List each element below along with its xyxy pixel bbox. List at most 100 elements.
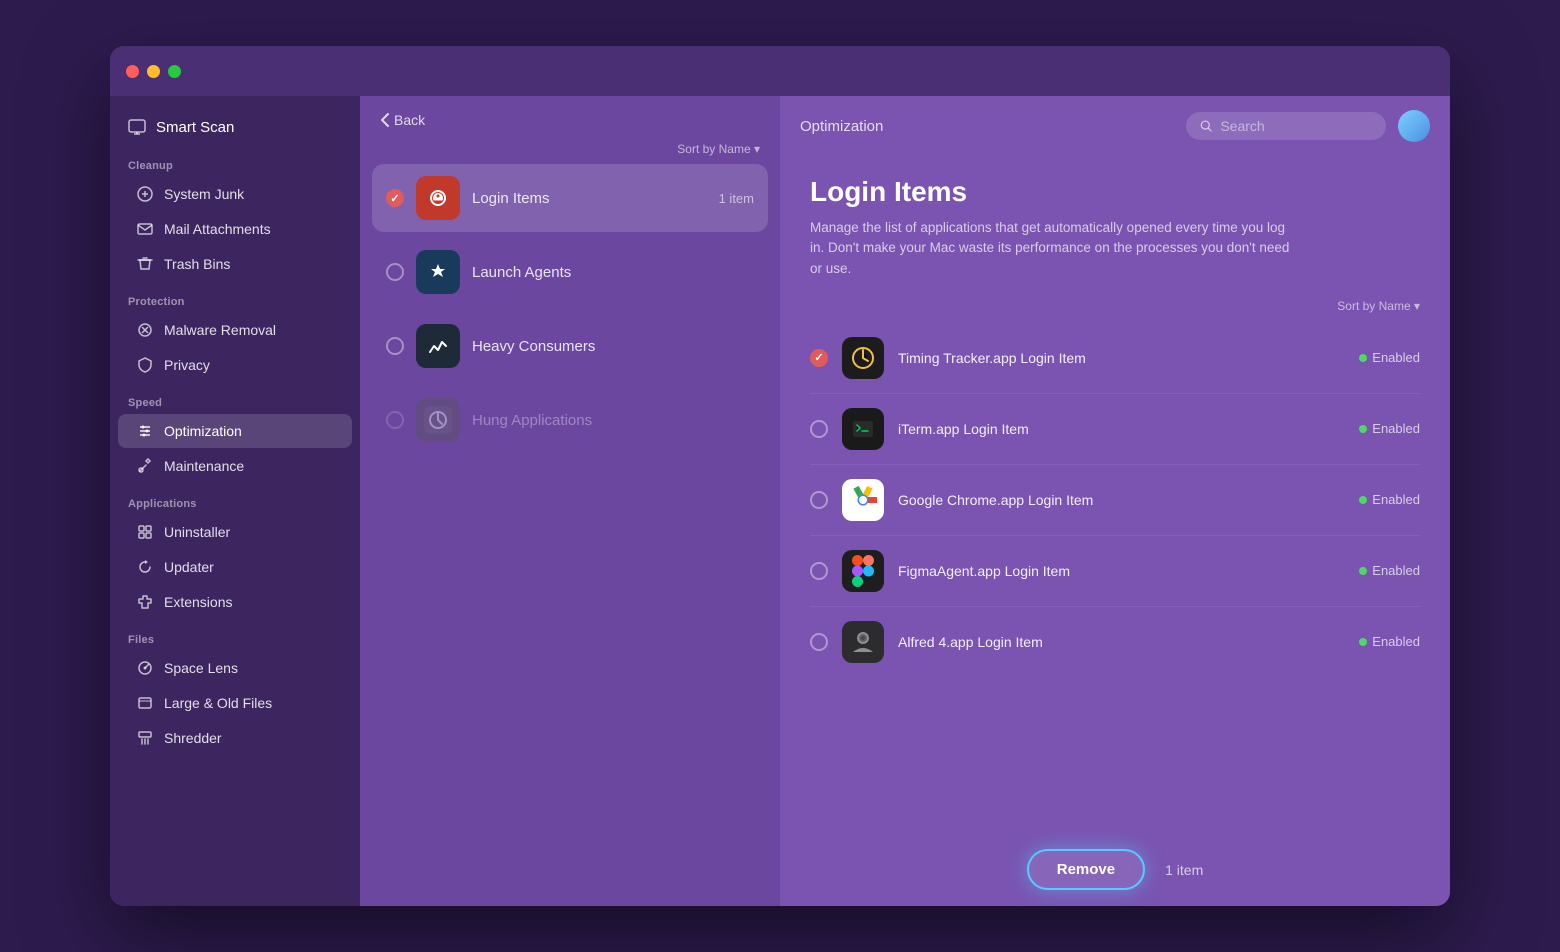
section-label-speed: Speed: [110, 383, 360, 413]
sidebar: Smart Scan Cleanup System Junk: [110, 96, 360, 906]
sidebar-item-malware-removal[interactable]: Malware Removal: [118, 313, 352, 347]
sidebar-item-privacy[interactable]: Privacy: [118, 348, 352, 382]
sidebar-item-trash-bins[interactable]: Trash Bins: [118, 247, 352, 281]
smart-scan-label: Smart Scan: [156, 119, 234, 136]
figma-agent-name: FigmaAgent.app Login Item: [898, 563, 1345, 579]
shredder-label: Shredder: [164, 730, 222, 746]
sidebar-item-updater[interactable]: Updater: [118, 550, 352, 584]
search-input[interactable]: [1220, 118, 1372, 134]
minimize-button[interactable]: [147, 65, 160, 78]
updater-icon: [136, 558, 154, 576]
right-sort-bar[interactable]: Sort by Name ▾: [810, 299, 1420, 313]
sidebar-item-shredder[interactable]: Shredder: [118, 721, 352, 755]
login-item-row[interactable]: Alfred 4.app Login Item Enabled: [810, 607, 1420, 677]
optimization-label: Optimization: [164, 423, 242, 439]
extensions-icon: [136, 593, 154, 611]
figma-agent-icon: [842, 550, 884, 592]
radio-heavy-consumers[interactable]: [386, 337, 404, 355]
malware-icon: [136, 321, 154, 339]
large-old-files-icon: [136, 694, 154, 712]
alfred-icon: [842, 621, 884, 663]
smart-scan-icon: [128, 118, 146, 136]
radio-login-items[interactable]: [386, 189, 404, 207]
sidebar-item-maintenance[interactable]: Maintenance: [118, 449, 352, 483]
search-icon: [1200, 119, 1212, 133]
trash-icon: [136, 255, 154, 273]
center-header: Back: [360, 112, 780, 142]
launch-agents-name: Launch Agents: [472, 264, 754, 281]
radio-launch-agents[interactable]: [386, 263, 404, 281]
center-list: Login Items 1 item Launch Agents: [360, 164, 780, 454]
section-label-cleanup: Cleanup: [110, 146, 360, 176]
iterm-icon: [842, 408, 884, 450]
center-sort-bar[interactable]: Sort by Name ▾: [360, 142, 780, 164]
extensions-label: Extensions: [164, 594, 232, 610]
system-junk-icon: [136, 185, 154, 203]
sidebar-item-large-old-files[interactable]: Large & Old Files: [118, 686, 352, 720]
back-button[interactable]: Back: [380, 112, 425, 128]
list-item-heavy-consumers[interactable]: Heavy Consumers: [372, 312, 768, 380]
login-item-row[interactable]: Google Chrome.app Login Item Enabled: [810, 465, 1420, 536]
green-dot-icon: [1359, 354, 1367, 362]
sidebar-item-optimization[interactable]: Optimization: [118, 414, 352, 448]
sidebar-item-mail-attachments[interactable]: Mail Attachments: [118, 212, 352, 246]
right-content: Login Items Manage the list of applicati…: [780, 156, 1450, 833]
maximize-button[interactable]: [168, 65, 181, 78]
optimization-icon: [136, 422, 154, 440]
radio-google-chrome[interactable]: [810, 491, 828, 509]
google-chrome-icon: [842, 479, 884, 521]
sidebar-item-uninstaller[interactable]: Uninstaller: [118, 515, 352, 549]
login-items-name: Login Items: [472, 190, 707, 207]
system-junk-label: System Junk: [164, 186, 244, 202]
updater-label: Updater: [164, 559, 214, 575]
radio-figma-agent[interactable]: [810, 562, 828, 580]
sidebar-item-system-junk[interactable]: System Junk: [118, 177, 352, 211]
google-chrome-name: Google Chrome.app Login Item: [898, 492, 1345, 508]
close-button[interactable]: [126, 65, 139, 78]
radio-iterm[interactable]: [810, 420, 828, 438]
maintenance-icon: [136, 457, 154, 475]
sidebar-item-extensions[interactable]: Extensions: [118, 585, 352, 619]
uninstaller-icon: [136, 523, 154, 541]
sidebar-item-smart-scan[interactable]: Smart Scan: [110, 108, 360, 146]
timing-tracker-name: Timing Tracker.app Login Item: [898, 350, 1345, 366]
radio-hung-applications[interactable]: [386, 411, 404, 429]
timing-tracker-icon: [842, 337, 884, 379]
alfred-status: Enabled: [1359, 634, 1420, 649]
remove-button[interactable]: Remove: [1027, 849, 1145, 890]
timing-tracker-status: Enabled: [1359, 350, 1420, 365]
right-header-title: Optimization: [800, 118, 883, 135]
login-item-row[interactable]: Timing Tracker.app Login Item Enabled: [810, 323, 1420, 394]
hung-applications-name: Hung Applications: [472, 412, 754, 429]
login-items-icon: [416, 176, 460, 220]
titlebar: [110, 46, 1450, 96]
maintenance-label: Maintenance: [164, 458, 244, 474]
large-old-files-label: Large & Old Files: [164, 695, 272, 711]
list-item-launch-agents[interactable]: Launch Agents: [372, 238, 768, 306]
alfred-name: Alfred 4.app Login Item: [898, 634, 1345, 650]
page-title: Login Items: [810, 176, 1420, 208]
list-item-hung-applications[interactable]: Hung Applications: [372, 386, 768, 454]
right-header: Optimization: [780, 96, 1450, 156]
green-dot-icon: [1359, 425, 1367, 433]
mail-attachments-label: Mail Attachments: [164, 221, 271, 237]
list-item-login-items[interactable]: Login Items 1 item: [372, 164, 768, 232]
sidebar-item-space-lens[interactable]: Space Lens: [118, 651, 352, 685]
space-lens-icon: [136, 659, 154, 677]
hung-applications-icon: [416, 398, 460, 442]
section-label-applications: Applications: [110, 484, 360, 514]
login-item-row[interactable]: FigmaAgent.app Login Item Enabled: [810, 536, 1420, 607]
app-window: Smart Scan Cleanup System Junk: [110, 46, 1450, 906]
figma-agent-status: Enabled: [1359, 563, 1420, 578]
avatar-button[interactable]: [1398, 110, 1430, 142]
trash-bins-label: Trash Bins: [164, 256, 230, 272]
green-dot-icon: [1359, 496, 1367, 504]
radio-timing-tracker[interactable]: [810, 349, 828, 367]
green-dot-icon: [1359, 638, 1367, 646]
uninstaller-label: Uninstaller: [164, 524, 230, 540]
login-item-row[interactable]: iTerm.app Login Item Enabled: [810, 394, 1420, 465]
search-bar[interactable]: [1186, 112, 1386, 140]
bottom-bar: Remove 1 item: [780, 833, 1450, 906]
iterm-name: iTerm.app Login Item: [898, 421, 1345, 437]
radio-alfred[interactable]: [810, 633, 828, 651]
